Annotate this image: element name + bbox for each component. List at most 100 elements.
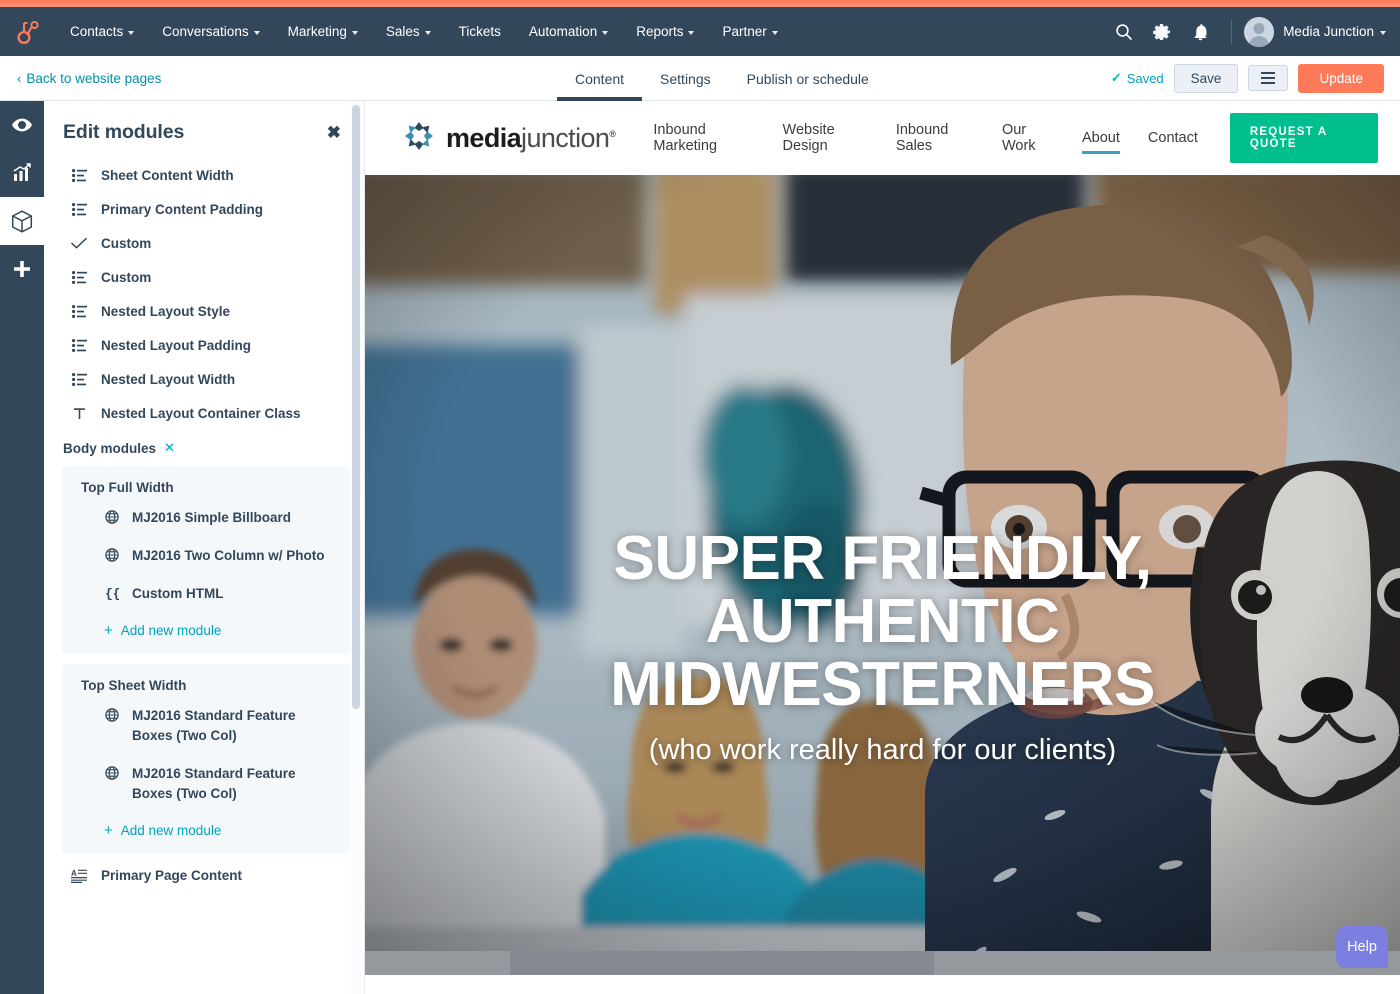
tab-label: Settings: [660, 70, 711, 87]
request-a-quote-button[interactable]: REQUEST A QUOTE: [1229, 113, 1378, 163]
avatar[interactable]: [1244, 16, 1275, 47]
site-nav: Inbound Marketing Website Design Inbound…: [639, 113, 1378, 163]
nav-item-label: Contacts: [70, 24, 124, 39]
nav-item-reports[interactable]: Reports: [622, 7, 708, 56]
module-row-primary-page-content[interactable]: A Primary Page Content: [44, 854, 364, 893]
module-row-nested-layout-style[interactable]: Nested Layout Style: [44, 294, 364, 328]
hero-headline-line-3: MIDWESTERNERS: [610, 650, 1155, 719]
group-row-label: MJ2016 Simple Billboard: [132, 510, 292, 525]
gear-icon[interactable]: [1143, 7, 1181, 56]
nav-item-automation[interactable]: Automation: [515, 7, 622, 56]
add-new-module-button[interactable]: + Add new module: [62, 813, 350, 838]
module-row-nested-layout-container-class[interactable]: Nested Layout Container Class: [44, 396, 364, 430]
site-nav-inbound-marketing[interactable]: Inbound Marketing: [639, 113, 768, 163]
module-row-primary-content-padding[interactable]: Primary Content Padding: [44, 192, 364, 226]
globe-icon: [104, 708, 119, 722]
brand-bold: media: [446, 122, 522, 153]
site-nav-contact[interactable]: Contact: [1134, 113, 1212, 163]
save-button[interactable]: Save: [1173, 63, 1239, 93]
module-row-nested-layout-padding[interactable]: Nested Layout Padding: [44, 328, 364, 362]
rail-item-add[interactable]: [0, 245, 44, 293]
chevron-down-icon: [253, 30, 260, 35]
module-row-label: Nested Layout Style: [101, 303, 231, 319]
brand-registered: ®: [609, 128, 616, 139]
site-nav-inbound-sales[interactable]: Inbound Sales: [882, 113, 988, 163]
module-row-label: Custom: [101, 235, 152, 251]
group-row-label: MJ2016 Two Column w/ Photo: [132, 548, 325, 563]
nav-item-tickets[interactable]: Tickets: [445, 7, 515, 56]
brand-wordmark: mediajunction®: [446, 122, 616, 154]
back-to-website-pages-link[interactable]: ‹ Back to website pages: [0, 71, 161, 86]
module-group-top-sheet-width: Top Sheet Width MJ2016 Standard Feature …: [62, 664, 350, 854]
group-row-custom-html[interactable]: {{ Custom HTML: [62, 575, 350, 613]
update-button[interactable]: Update: [1298, 63, 1384, 93]
tab-settings[interactable]: Settings: [642, 56, 729, 101]
site-nav-website-design[interactable]: Website Design: [769, 113, 882, 163]
editor-root: Contacts Conversations Marketing Sales T…: [0, 0, 1400, 994]
nav-item-sales[interactable]: Sales: [372, 7, 445, 56]
chevron-down-icon: [1380, 30, 1386, 35]
preview-bottom-strip: [365, 951, 1400, 975]
add-new-module-button[interactable]: + Add new module: [62, 613, 350, 638]
page-preview: mediajunction® Inbound Marketing Website…: [365, 101, 1400, 994]
body-modules-section-header: Body modules ✕: [44, 430, 364, 456]
hero-headline-line-1: SUPER FRIENDLY,: [613, 524, 1153, 593]
tab-publish-or-schedule[interactable]: Publish or schedule: [729, 56, 887, 101]
site-nav-label: Contact: [1147, 130, 1198, 146]
more-actions-button[interactable]: [1248, 64, 1289, 92]
site-nav-label: Our Work: [1001, 122, 1036, 154]
module-row-custom-checked[interactable]: Custom: [44, 226, 364, 260]
edit-modules-sidebar: Edit modules ✖ Sheet Content Width Prima…: [44, 101, 365, 994]
plus-icon: +: [104, 622, 113, 639]
add-new-module-label: Add new module: [120, 623, 222, 638]
code-braces-icon: {{: [104, 586, 119, 601]
module-row-label: Nested Layout Container Class: [101, 405, 301, 421]
hamburger-icon: [1261, 71, 1276, 85]
help-button[interactable]: Help: [1336, 926, 1388, 968]
tab-content[interactable]: Content: [557, 56, 643, 101]
group-row-label: MJ2016 Standard Feature Boxes (Two Col): [132, 708, 296, 743]
tab-label: Content: [575, 70, 625, 87]
nav-item-partner[interactable]: Partner: [708, 7, 791, 56]
editor-icon-rail: [0, 101, 44, 994]
check-icon: ✓: [1110, 70, 1122, 85]
group-row-mj2016-standard-feature-boxes-2[interactable]: MJ2016 Standard Feature Boxes (Two Col): [62, 755, 350, 813]
nav-item-contacts[interactable]: Contacts: [56, 7, 148, 56]
site-header: mediajunction® Inbound Marketing Website…: [365, 101, 1400, 175]
rail-item-optimization[interactable]: [0, 149, 44, 197]
module-row-label: Nested Layout Width: [101, 371, 236, 387]
chevron-left-icon: ‹: [17, 70, 22, 86]
chevron-down-icon: [688, 30, 695, 35]
site-nav-our-work[interactable]: Our Work: [988, 113, 1068, 163]
hubspot-global-nav: Contacts Conversations Marketing Sales T…: [0, 7, 1400, 56]
bell-icon[interactable]: [1181, 7, 1219, 56]
svg-text:{{: {{: [105, 587, 119, 601]
module-row-label: Nested Layout Padding: [101, 337, 252, 353]
group-row-mj2016-two-column-w-photo[interactable]: MJ2016 Two Column w/ Photo: [62, 537, 350, 575]
nav-item-label: Marketing: [287, 24, 347, 39]
page-title: Edit modules: [63, 121, 185, 143]
nav-item-conversations[interactable]: Conversations: [148, 7, 273, 56]
account-menu[interactable]: Media Junction: [1283, 24, 1386, 39]
list-settings-icon: [71, 372, 87, 386]
chevron-down-icon: [351, 30, 358, 35]
rail-item-modules[interactable]: [0, 197, 44, 245]
search-icon[interactable]: [1105, 7, 1143, 56]
sidebar-scrollbar[interactable]: [352, 105, 360, 709]
nav-divider: [1231, 19, 1233, 44]
save-status-label: Saved: [1126, 70, 1164, 86]
close-icon[interactable]: ✖: [324, 121, 344, 144]
site-nav-about[interactable]: About: [1068, 113, 1134, 163]
nav-item-marketing[interactable]: Marketing: [274, 7, 372, 56]
module-row-custom[interactable]: Custom: [44, 260, 364, 294]
list-settings-icon: [71, 202, 87, 216]
group-row-mj2016-standard-feature-boxes-1[interactable]: MJ2016 Standard Feature Boxes (Two Col): [62, 697, 350, 755]
rail-item-preview[interactable]: [0, 101, 44, 149]
group-row-mj2016-simple-billboard[interactable]: MJ2016 Simple Billboard: [62, 499, 350, 537]
close-icon[interactable]: ✕: [164, 440, 175, 456]
module-row-nested-layout-width[interactable]: Nested Layout Width: [44, 362, 364, 396]
plus-icon: +: [104, 822, 113, 839]
site-logo[interactable]: mediajunction®: [402, 119, 616, 158]
module-row-sheet-content-width[interactable]: Sheet Content Width: [44, 158, 364, 192]
hubspot-sprocket-icon[interactable]: [0, 19, 56, 45]
